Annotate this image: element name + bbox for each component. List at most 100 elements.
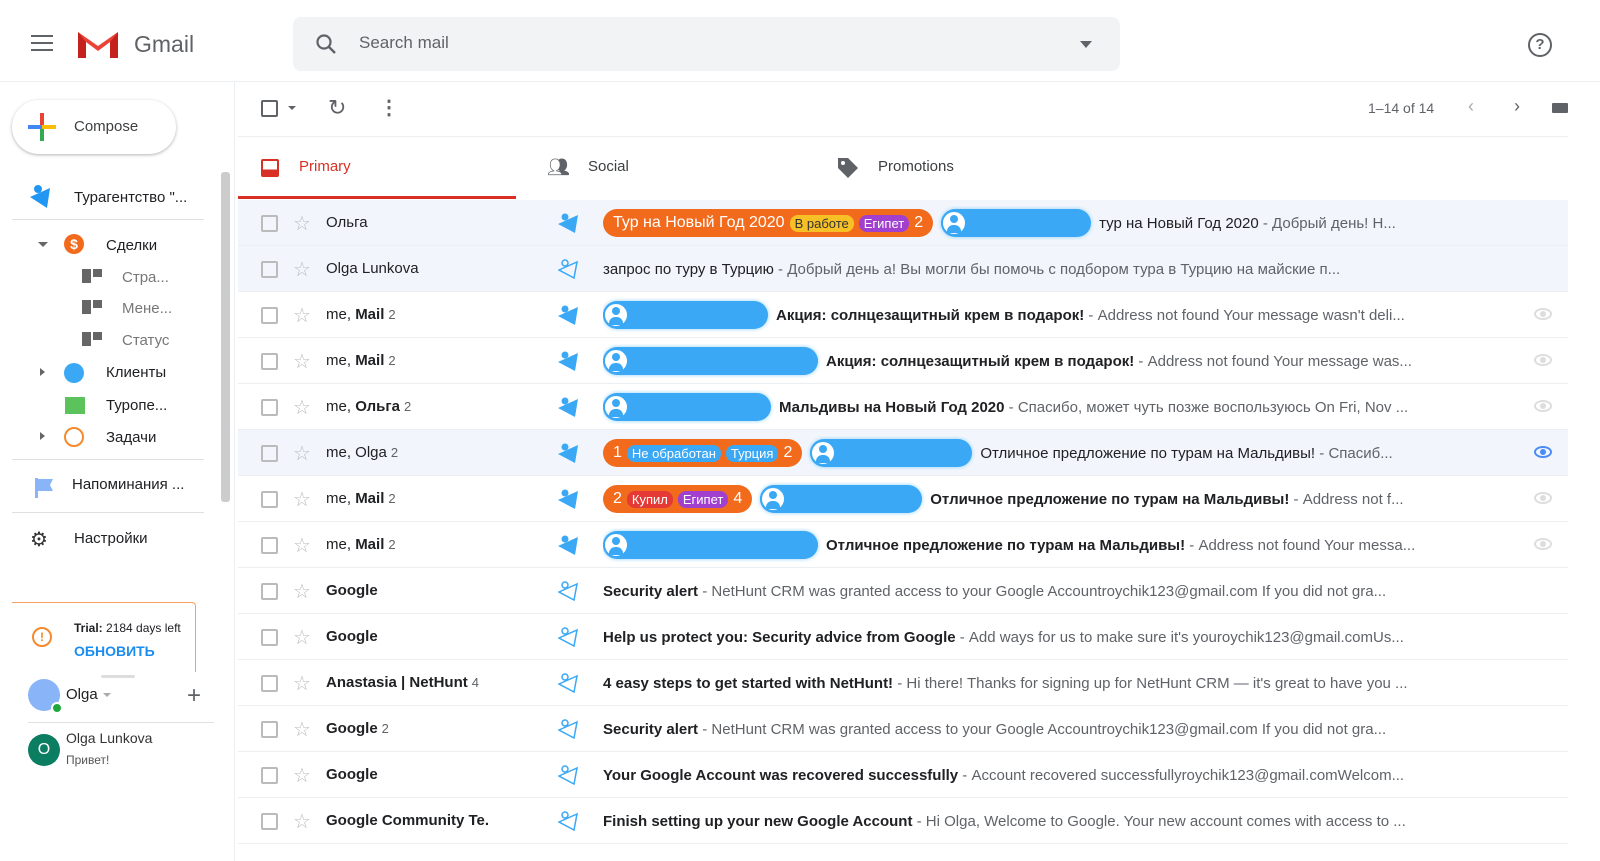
star-icon[interactable]: ☆ <box>293 533 311 558</box>
contact-avatar[interactable]: O <box>28 734 60 766</box>
star-icon[interactable]: ☆ <box>293 487 311 512</box>
main-menu-icon[interactable] <box>31 35 53 51</box>
nethunt-link-icon[interactable] <box>558 304 580 326</box>
collapse-arrow-icon[interactable] <box>38 242 48 252</box>
add-icon[interactable]: + <box>187 682 201 710</box>
email-row[interactable]: ☆ me, Mail 2 Акция: солнцезащитный крем в… <box>238 292 1568 338</box>
select-all-checkbox[interactable] <box>261 100 278 117</box>
email-content[interactable]: 2 Купил Египет 4 Отличное предложение по тур… <box>603 482 1463 516</box>
star-icon[interactable]: ☆ <box>293 211 311 236</box>
help-icon[interactable]: ? <box>1528 33 1552 57</box>
gmail-logo-icon[interactable] <box>76 28 120 60</box>
sidebar-item-clients[interactable]: Клиенты <box>106 364 166 381</box>
row-checkbox[interactable] <box>261 307 278 324</box>
tab-social[interactable]: 👥︎ Social <box>530 137 808 199</box>
email-row[interactable]: ☆ Google Security alert - NetHunt CRM wa… <box>238 568 1568 614</box>
star-icon[interactable]: ☆ <box>293 441 311 466</box>
email-row[interactable]: ☆ me, Olga 2 1 Не обработан Турция 2 Отличное… <box>238 430 1568 476</box>
email-content[interactable]: Finish setting up your new Google Accoun… <box>603 804 1463 838</box>
star-icon[interactable]: ☆ <box>293 395 311 420</box>
email-row[interactable]: ☆ me, Ольга 2 Мальдивы на Новый Год 2020 … <box>238 384 1568 430</box>
prev-page-icon[interactable]: ‹ <box>1468 96 1474 117</box>
avatar[interactable] <box>28 679 63 714</box>
email-row[interactable]: ☆ Google Your Google Account was recover… <box>238 752 1568 798</box>
sidebar-item-deals[interactable]: Сделки <box>106 237 157 254</box>
email-tracking-eye-icon[interactable] <box>1534 446 1552 458</box>
sidebar-item-crm[interactable]: Турагентство "... <box>74 189 187 206</box>
email-content[interactable]: Security alert - NetHunt CRM was granted… <box>603 574 1463 608</box>
email-row[interactable]: ☆ Google 2 Security alert - NetHunt CRM w… <box>238 706 1568 752</box>
nethunt-link-icon[interactable] <box>558 442 580 464</box>
nethunt-link-icon[interactable] <box>558 626 580 648</box>
email-row[interactable]: ☆ Google Community Te. Finish setting up… <box>238 798 1568 844</box>
email-tracking-eye-icon[interactable] <box>1534 492 1552 504</box>
upgrade-link[interactable]: ОБНОВИТЬ <box>74 643 155 659</box>
nethunt-link-icon[interactable] <box>558 534 580 556</box>
select-dropdown-icon[interactable] <box>288 106 296 114</box>
contact-chip[interactable] <box>603 301 768 329</box>
row-checkbox[interactable] <box>261 399 278 416</box>
star-icon[interactable]: ☆ <box>293 303 311 328</box>
contact-chip[interactable] <box>810 439 973 467</box>
star-icon[interactable]: ☆ <box>293 579 311 604</box>
nethunt-link-icon[interactable] <box>558 258 580 280</box>
email-row[interactable]: ☆ Ольга Тур на Новый Год 2020 В работе Еги… <box>238 200 1568 246</box>
email-tracking-eye-icon[interactable] <box>1534 538 1552 550</box>
email-content[interactable]: Help us protect you: Security advice fro… <box>603 620 1463 654</box>
email-row[interactable]: ☆ me, Mail 2 Акция: солнцезащитный крем в… <box>238 338 1568 384</box>
email-tracking-eye-icon[interactable] <box>1534 400 1552 412</box>
email-row[interactable]: ☆ Google Help us protect you: Security a… <box>238 614 1568 660</box>
tab-promotions[interactable]: Promotions <box>820 137 1098 199</box>
search-options-chevron-icon[interactable] <box>1080 41 1092 48</box>
email-content[interactable]: 1 Не обработан Турция 2 Отличное предложение… <box>603 436 1463 470</box>
email-tracking-eye-icon[interactable] <box>1534 308 1552 320</box>
account-dropdown-icon[interactable] <box>103 693 111 701</box>
email-content[interactable]: Отличное предложение по турам на Мальдив… <box>603 528 1463 562</box>
nethunt-link-icon[interactable] <box>558 718 580 740</box>
row-checkbox[interactable] <box>261 215 278 232</box>
row-checkbox[interactable] <box>261 445 278 462</box>
search-bar[interactable]: Search mail <box>293 17 1120 71</box>
deal-chip[interactable]: 2 Купил Египет 4 <box>603 485 753 513</box>
email-content[interactable]: Акция: солнцезащитный крем в подарок! - … <box>603 298 1463 332</box>
sidebar-item-deal-view[interactable]: Мене... <box>122 300 172 317</box>
contact-name[interactable]: Olga Lunkova <box>66 730 152 746</box>
email-tracking-eye-icon[interactable] <box>1534 354 1552 366</box>
tab-primary[interactable]: Primary <box>238 137 516 199</box>
contact-chip[interactable] <box>941 209 1092 237</box>
sidebar-item-deal-view[interactable]: Статус <box>122 332 169 349</box>
account-name[interactable]: Olga <box>66 686 98 703</box>
row-checkbox[interactable] <box>261 583 278 600</box>
star-icon[interactable]: ☆ <box>293 763 311 788</box>
email-content[interactable]: запрос по туру в Турцию - Добрый день а!… <box>603 252 1463 286</box>
row-checkbox[interactable] <box>261 491 278 508</box>
star-icon[interactable]: ☆ <box>293 625 311 650</box>
deal-chip[interactable]: 1 Не обработан Турция 2 <box>603 439 803 467</box>
email-row[interactable]: ☆ me, Mail 2 2 Купил Египет 4 Отличное предло… <box>238 476 1568 522</box>
nethunt-link-icon[interactable] <box>558 810 580 832</box>
row-checkbox[interactable] <box>261 629 278 646</box>
star-icon[interactable]: ☆ <box>293 671 311 696</box>
email-content[interactable]: Мальдивы на Новый Год 2020 - Спасибо, мо… <box>603 390 1463 424</box>
nethunt-link-icon[interactable] <box>558 396 580 418</box>
star-icon[interactable]: ☆ <box>293 257 311 282</box>
email-content[interactable]: 4 easy steps to get started with NetHunt… <box>603 666 1463 700</box>
sidebar-item-deal-view[interactable]: Стра... <box>122 269 169 286</box>
compose-button[interactable]: Compose <box>12 100 176 154</box>
sidebar-item-settings[interactable]: Настройки <box>74 530 148 547</box>
keyboard-icon[interactable] <box>1552 103 1568 113</box>
star-icon[interactable]: ☆ <box>293 809 311 834</box>
row-checkbox[interactable] <box>261 767 278 784</box>
resize-handle[interactable] <box>101 675 135 678</box>
row-checkbox[interactable] <box>261 353 278 370</box>
row-checkbox[interactable] <box>261 675 278 692</box>
sidebar-item-touroperators[interactable]: Туропе... <box>106 397 167 414</box>
row-checkbox[interactable] <box>261 261 278 278</box>
sidebar-item-tasks[interactable]: Задачи <box>106 429 156 446</box>
nethunt-link-icon[interactable] <box>558 580 580 602</box>
deal-chip[interactable]: Тур на Новый Год 2020 В работе Египет 2 <box>603 209 934 237</box>
nethunt-link-icon[interactable] <box>558 488 580 510</box>
nethunt-link-icon[interactable] <box>558 212 580 234</box>
email-row[interactable]: ☆ Anastasia | NetHunt 4 4 easy steps to g… <box>238 660 1568 706</box>
expand-arrow-icon[interactable] <box>40 432 49 440</box>
